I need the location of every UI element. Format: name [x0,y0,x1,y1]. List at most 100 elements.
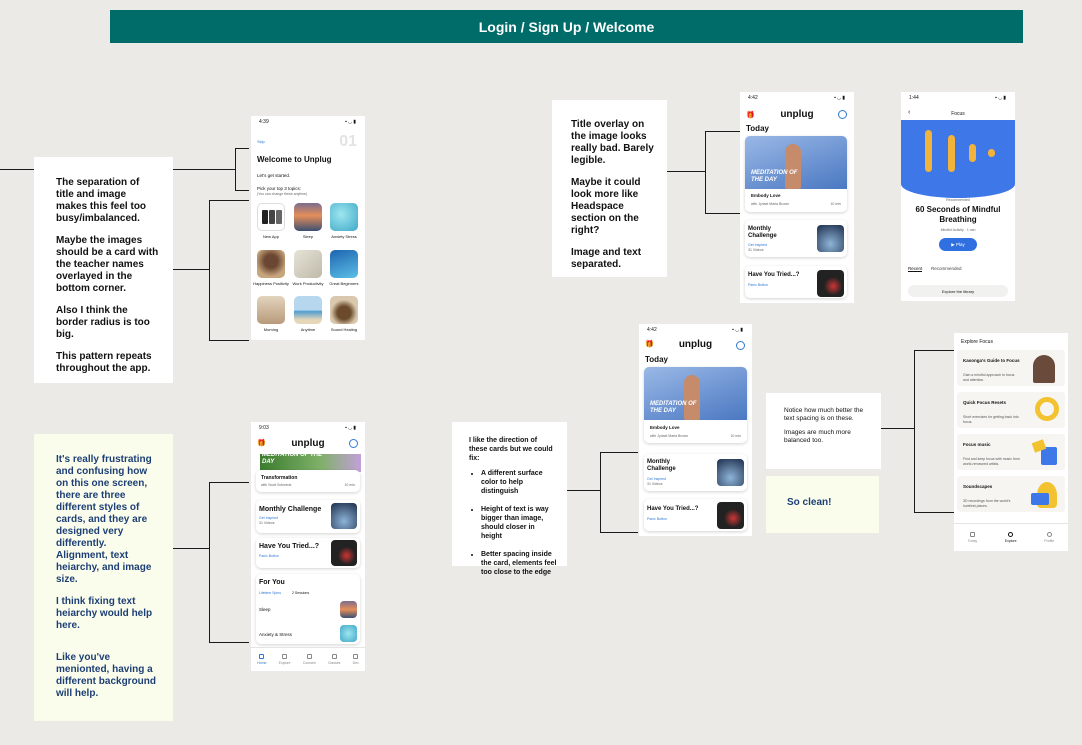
focus-card-resets[interactable]: Quick Focus Resets Short exercises for g… [957,392,1065,428]
explore-library-button[interactable]: Explore the library [908,285,1008,297]
tab-label: Today [967,539,978,543]
focus-card-soundscapes[interactable]: Soundscapes 3D recordings from the world… [957,476,1065,512]
card-meta: 31 Videos [748,248,764,252]
topic-tile-anytime[interactable] [294,296,322,324]
topic-tile-work[interactable] [294,250,322,278]
play-label: Play [955,242,965,247]
recommended-label: Recommended [946,198,970,202]
tab-label: Home [257,661,267,665]
status-bar: 4:42 ▪︎◡▮ [740,92,854,104]
tab-label: Explore [278,661,291,665]
connector-line [235,190,249,191]
for-you-card[interactable]: For You Lifetime Spins 2 Sessions Sleep … [256,574,360,644]
meditation-card[interactable]: MEDITATION OF THE DAY Embody Love with J… [644,367,747,443]
focus-card-guide[interactable]: Kasonga's Guide to Focus Gain a mindful … [957,350,1065,386]
meditation-card[interactable]: MEDITATION OF THE DAY Embody Love with J… [745,136,847,212]
note-text: This pattern repeats throughout the app. [56,351,152,374]
row-thumbnail [340,601,357,618]
app-logo: unplug [291,438,325,449]
play-button[interactable]: ▶ Play [939,238,977,251]
topic-label: Great Beginners [329,281,359,286]
for-you-meta: Lifetime Spins [259,591,281,595]
profile-icon[interactable] [838,110,847,119]
card-title: Have You Tried...? [647,506,699,512]
have-you-tried-card[interactable]: Have You Tried...? Panic Button [256,538,360,568]
have-you-tried-card[interactable]: Have You Tried...? Panic Button [745,266,847,298]
today-heading: Today [645,355,668,364]
tab-label: Dev [352,661,359,665]
tab-profile[interactable]: Profile [1044,532,1054,543]
tab-explore[interactable]: Explore [279,654,291,665]
card-title: Quick Focus Resets [963,400,1007,405]
topic-tile-beginners[interactable] [330,250,358,278]
section-banner: Login / Sign Up / Welcome [110,10,1023,43]
connector-line [209,482,210,642]
topic-label: Morning [263,327,279,332]
tab-courses[interactable]: Courses [303,654,316,665]
tab-recent[interactable]: Recent [908,266,923,272]
note-text: It's really frustrating and confusing ho… [56,454,152,585]
connector-line [705,213,741,214]
connector-line [209,482,249,483]
topic-tile-sound[interactable] [330,296,358,324]
topic-tile-morning[interactable] [257,296,285,324]
explore-focus-screen: Explore Focus Kasonga's Guide to Focus G… [954,333,1068,551]
profile-icon[interactable] [349,439,358,448]
note-notice: Notice how much better the text spacing … [766,393,881,469]
monthly-challenge-card[interactable]: Monthly Challenge Get Inspired 31 Videos [644,454,747,491]
bar-art [948,135,955,172]
home-screen: 9:03 ▪︎◡▮ 🎁 unplug MEDITATION OF THE DAY … [251,422,365,671]
for-you-title: For You [259,579,285,586]
topic-label: Sleep [302,234,314,239]
session-title: 60 Seconds of Mindful Breathing [915,205,1001,224]
tab-home[interactable]: Home [257,654,266,665]
note-bullet: Better spacing inside the card, elements… [481,550,557,577]
row-label[interactable]: Sleep [259,607,271,612]
card-meta: 31 Videos [647,482,663,486]
note-separation: The separation of title and image makes … [34,157,173,383]
connector-line [209,200,210,340]
tab-recommended[interactable]: Recommended [931,266,962,271]
card-thumbnail [717,459,744,486]
hero-card-duration: 10 min [830,202,841,206]
tab-today[interactable]: Today [968,532,977,543]
skip-link[interactable]: Skip [257,139,265,144]
explore-title: Explore Focus [961,339,993,345]
focus-hero [901,120,1015,198]
transformation-card[interactable]: Transformation with Scott Schwenk 10 min [256,470,360,492]
connector-line [209,340,249,341]
tab-label: Classes [327,661,341,665]
note-text: Also I think the border radius is too bi… [56,305,150,340]
monthly-challenge-card[interactable]: Monthly Challenge Get Inspired 31 Videos [745,220,847,257]
connector-line [235,148,236,190]
card-subtitle: Panic Button [748,283,768,287]
pick-label: Pick your top 3 topics: [257,186,302,191]
signal-icons: ▪︎◡▮ [834,95,846,101]
banner-title: Login / Sign Up / Welcome [478,18,655,35]
have-you-tried-card[interactable]: Have You Tried...? Panic Button [644,499,747,531]
tab-dev[interactable]: Dev [353,654,359,665]
card-meta: 31 Videos [259,521,275,525]
connector-line [173,169,235,170]
tab-classes[interactable]: Classes [328,654,340,665]
topic-tile-new-app[interactable] [257,203,285,231]
note-bullets: A different surface color to help distin… [481,469,557,577]
profile-icon[interactable] [736,341,745,350]
note-text: Maybe it could look more like Headspace … [571,177,641,236]
note-text: Images are much more balanced too. [784,429,851,444]
note-text: I think fixing text heiarchy would help … [56,596,153,631]
card-art [1029,479,1061,509]
hero-card-title: Embody Love [650,425,680,430]
topic-tile-anxiety[interactable] [330,203,358,231]
row-label[interactable]: Anxiety & Stress [259,632,292,637]
monthly-challenge-card[interactable]: Monthly Challenge Get Inspired 31 Videos [256,500,360,533]
card-art [1029,437,1061,467]
tab-explore[interactable]: Explore [1005,532,1017,543]
topic-tile-happiness[interactable] [257,250,285,278]
hero-title: MEDITATION OF THE DAY [751,170,798,183]
card-thumbnail [331,503,357,529]
focus-card-music[interactable]: Focus music Find and keep focus with mus… [957,434,1065,470]
card-subtitle: Get Inspired [647,477,667,481]
topic-tile-sleep[interactable] [294,203,322,231]
topic-label: Anxiety Stress [331,234,357,239]
